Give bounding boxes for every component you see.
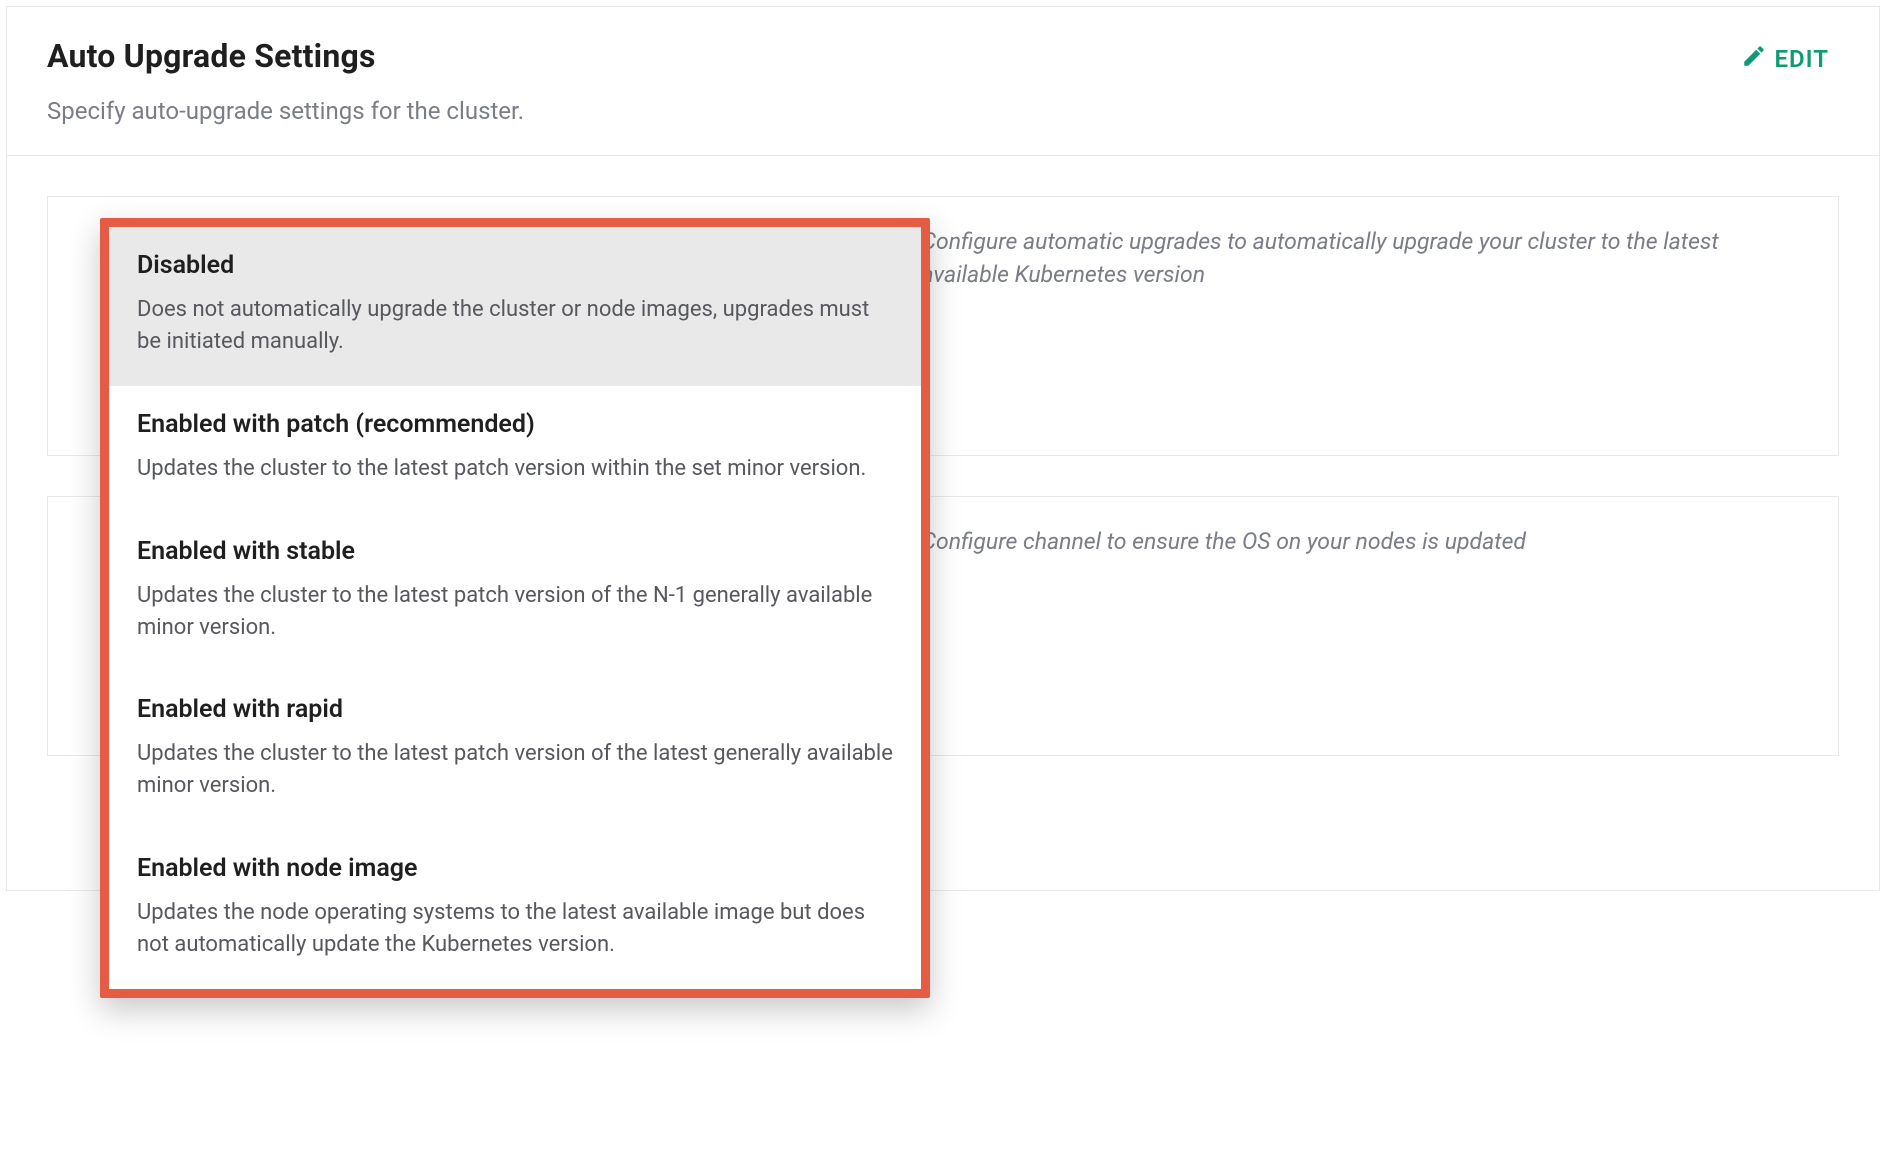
edit-button[interactable]: EDIT [1731,37,1839,81]
page-title: Auto Upgrade Settings [47,37,376,75]
panel-header: Auto Upgrade Settings EDIT [7,7,1879,89]
option-title: Enabled with patch (recommended) [137,410,893,439]
option-title: Disabled [137,251,893,280]
option-title: Enabled with node image [137,854,893,883]
edit-button-label: EDIT [1775,45,1829,73]
option-description: Updates the node operating systems to th… [137,897,893,961]
auto-upgrade-dropdown[interactable]: Disabled Does not automatically upgrade … [100,218,930,998]
dropdown-option-node-image[interactable]: Enabled with node image Updates the node… [109,830,921,989]
option-description: Updates the cluster to the latest patch … [137,580,893,644]
option-title: Enabled with stable [137,537,893,566]
page-subtitle: Specify auto-upgrade settings for the cl… [7,89,1879,155]
dropdown-option-disabled[interactable]: Disabled Does not automatically upgrade … [109,227,921,386]
os-help-text: Configure channel to ensure the OS on yo… [891,525,1802,558]
dropdown-option-stable[interactable]: Enabled with stable Updates the cluster … [109,513,921,672]
pencil-icon [1741,43,1767,75]
option-description: Updates the cluster to the latest patch … [137,738,893,802]
dropdown-option-patch[interactable]: Enabled with patch (recommended) Updates… [109,386,921,513]
option-description: Updates the cluster to the latest patch … [137,453,893,485]
option-title: Enabled with rapid [137,695,893,724]
dropdown-option-rapid[interactable]: Enabled with rapid Updates the cluster t… [109,671,921,830]
option-description: Does not automatically upgrade the clust… [137,294,893,358]
kubernetes-help-text: Configure automatic upgrades to automati… [891,225,1802,292]
